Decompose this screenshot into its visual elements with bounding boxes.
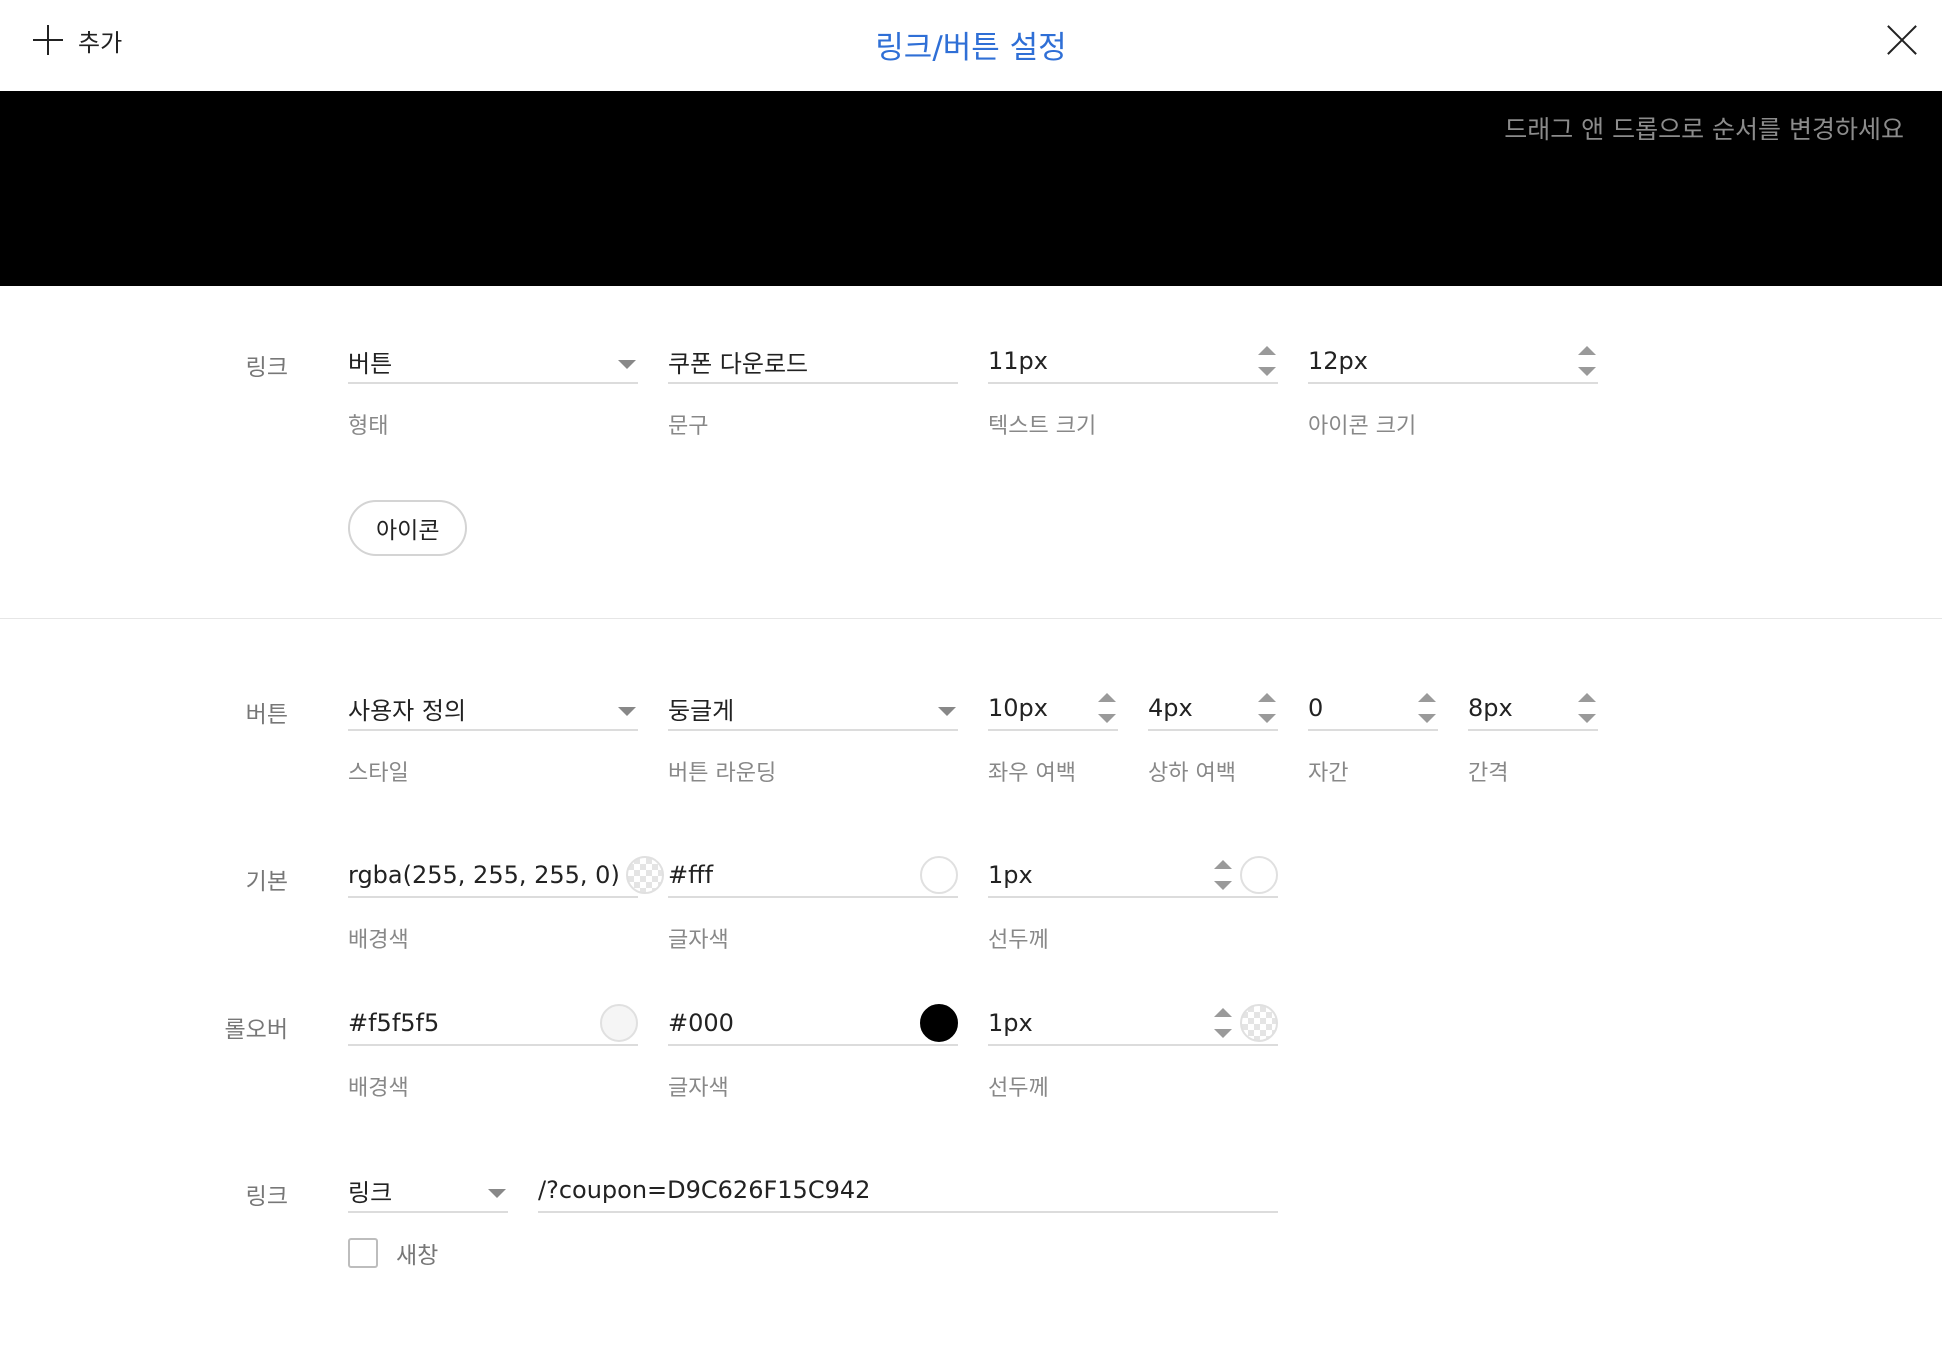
link-url-value: /?coupon=D9C626F15C942 [538, 1176, 871, 1204]
rollover-border-width-label: 선두께 [988, 1076, 1049, 1101]
h-padding-label: 좌우 여백 [988, 761, 1076, 786]
link-row-label: 링크 [245, 355, 288, 381]
gap-label: 간격 [1468, 761, 1509, 786]
stepper-icon[interactable] [1214, 860, 1232, 890]
icon-size-value: 12px [1308, 347, 1368, 375]
letter-spacing-label: 자간 [1308, 761, 1349, 786]
link-type-label: 형태 [348, 414, 389, 439]
link-type-select[interactable]: 버튼 [348, 340, 638, 384]
default-text-color-value: #fff [668, 861, 714, 889]
default-text-color-input[interactable]: #fff [668, 854, 958, 898]
link-target-row-label: 링크 [245, 1184, 288, 1210]
letter-spacing-value: 0 [1308, 694, 1324, 722]
rollover-bg-color-value: #f5f5f5 [348, 1009, 440, 1037]
text-size-label: 텍스트 크기 [988, 414, 1097, 439]
stepper-icon[interactable] [1578, 346, 1596, 376]
link-text-input[interactable]: 쿠폰 다운로드 [668, 340, 958, 384]
stepper-icon[interactable] [1578, 693, 1596, 723]
chevron-down-icon [938, 706, 956, 716]
color-swatch-icon[interactable] [1240, 856, 1278, 894]
rollover-row-label: 롤오버 [224, 1017, 288, 1043]
v-padding-input[interactable]: 4px [1148, 687, 1278, 731]
v-padding-value: 4px [1148, 694, 1193, 722]
text-size-value: 11px [988, 347, 1048, 375]
default-text-color-label: 글자색 [668, 928, 729, 953]
button-rounding-select[interactable]: 둥글게 [668, 687, 958, 731]
button-row-label: 버튼 [245, 702, 288, 728]
text-size-input[interactable]: 11px [988, 340, 1278, 384]
dialog-title: 링크/버튼 설정 [875, 30, 1067, 66]
default-border-width-input[interactable]: 1px [988, 854, 1278, 898]
color-swatch-icon[interactable] [600, 1004, 638, 1042]
v-padding-label: 상하 여백 [1148, 761, 1236, 786]
button-style-label: 스타일 [348, 761, 409, 786]
link-type-value: 버튼 [348, 349, 393, 378]
chevron-down-icon [618, 359, 636, 369]
stepper-icon[interactable] [1098, 693, 1116, 723]
rollover-border-width-input[interactable]: 1px [988, 1002, 1278, 1046]
color-swatch-icon[interactable] [920, 856, 958, 894]
default-bg-color-label: 배경색 [348, 928, 409, 953]
button-style-select[interactable]: 사용자 정의 [348, 687, 638, 731]
rollover-bg-color-input[interactable]: #f5f5f5 [348, 1002, 638, 1046]
link-text-value: 쿠폰 다운로드 [668, 349, 809, 378]
chevron-down-icon [618, 706, 636, 716]
rollover-border-width-value: 1px [988, 1009, 1033, 1037]
letter-spacing-input[interactable]: 0 [1308, 687, 1438, 731]
icon-size-label: 아이콘 크기 [1308, 414, 1417, 439]
button-rounding-value: 둥글게 [668, 696, 735, 725]
icon-size-input[interactable]: 12px [1308, 340, 1598, 384]
link-url-input[interactable]: /?coupon=D9C626F15C942 [538, 1169, 1278, 1213]
stepper-icon[interactable] [1258, 346, 1276, 376]
link-target-type-select[interactable]: 링크 [348, 1169, 508, 1213]
link-target-type-value: 링크 [348, 1178, 393, 1207]
stepper-icon[interactable] [1258, 693, 1276, 723]
default-bg-color-input[interactable]: rgba(255, 255, 255, 0) [348, 854, 664, 898]
stepper-icon[interactable] [1418, 693, 1436, 723]
chevron-down-icon [488, 1188, 506, 1198]
close-icon[interactable] [1886, 24, 1918, 56]
drag-drop-hint: 드래그 앤 드롭으로 순서를 변경하세요 [1504, 115, 1904, 144]
icon-button[interactable]: 아이콘 [348, 500, 468, 556]
rollover-text-color-label: 글자색 [668, 1076, 729, 1101]
color-swatch-icon[interactable] [920, 1004, 958, 1042]
button-style-value: 사용자 정의 [348, 696, 467, 725]
section-divider [0, 618, 1942, 619]
h-padding-input[interactable]: 10px [988, 687, 1118, 731]
default-border-width-value: 1px [988, 861, 1033, 889]
color-swatch-icon[interactable] [1240, 1004, 1278, 1042]
h-padding-value: 10px [988, 694, 1048, 722]
default-border-width-label: 선두께 [988, 928, 1049, 953]
button-rounding-label: 버튼 라운딩 [668, 761, 777, 786]
color-swatch-icon[interactable] [625, 856, 664, 894]
link-text-label: 문구 [668, 414, 709, 439]
new-window-checkbox[interactable] [348, 1238, 378, 1268]
default-row-label: 기본 [245, 869, 288, 895]
stepper-icon[interactable] [1214, 1008, 1232, 1038]
gap-value: 8px [1468, 694, 1513, 722]
rollover-text-color-input[interactable]: #000 [668, 1002, 958, 1046]
new-window-label: 새창 [396, 1243, 439, 1269]
rollover-text-color-value: #000 [668, 1009, 734, 1037]
rollover-bg-color-label: 배경색 [348, 1076, 409, 1101]
default-bg-color-value: rgba(255, 255, 255, 0) [348, 861, 620, 889]
gap-input[interactable]: 8px [1468, 687, 1598, 731]
